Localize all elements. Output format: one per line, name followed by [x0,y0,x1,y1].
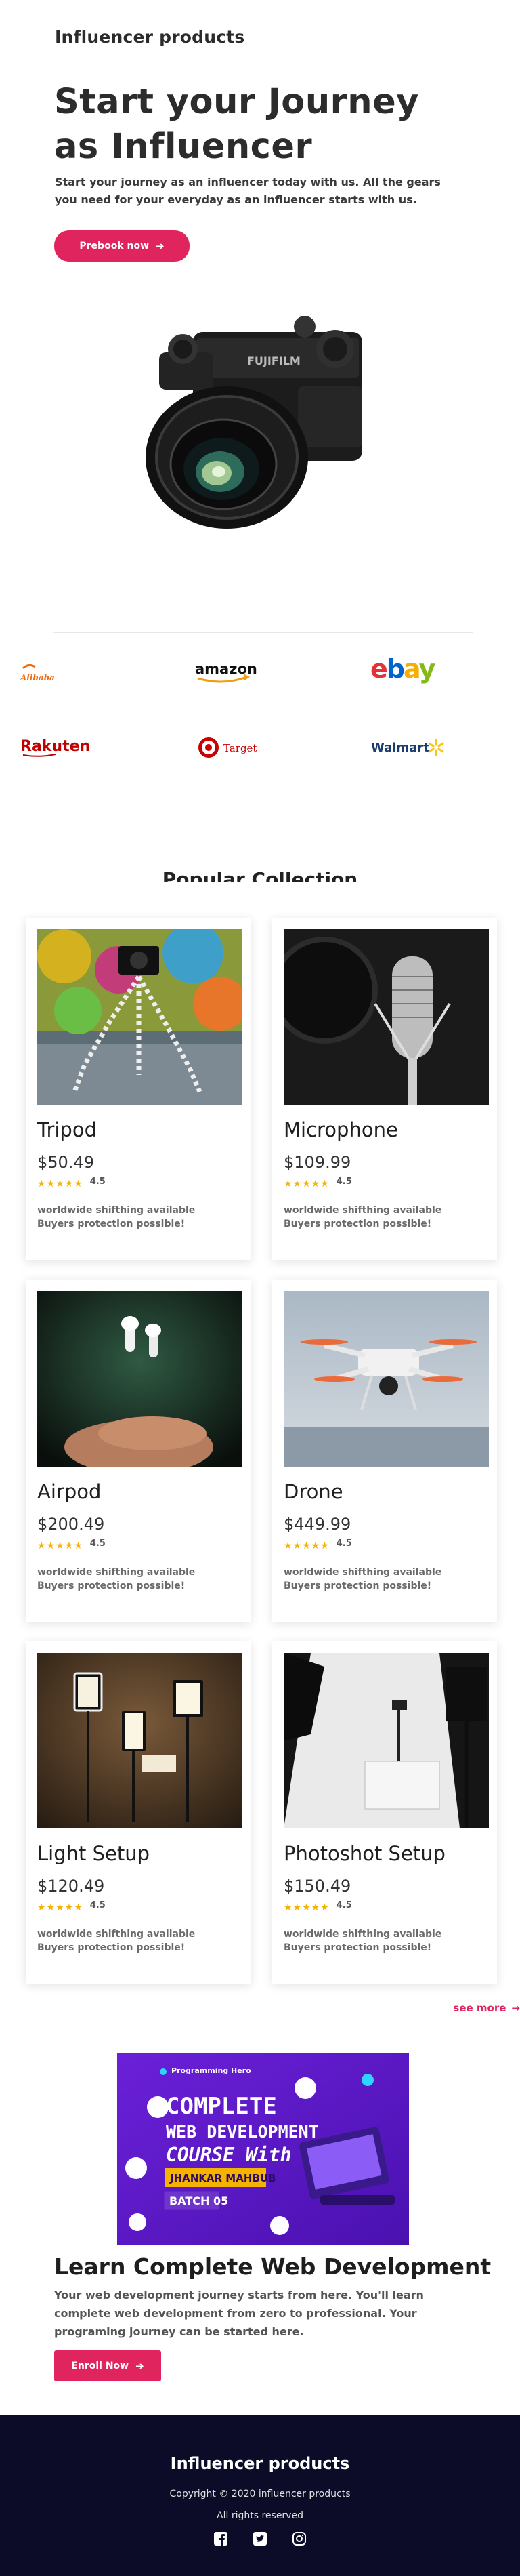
product-rating: ★★★★★ 4.5 [37,1538,106,1552]
facebook-icon[interactable] [214,2532,228,2546]
product-name: Tripod [37,1118,97,1141]
banner-line3: COURSE With [166,2144,291,2166]
footer-copyright: Copyright © 2020 influencer products [169,2489,351,2499]
partner-logo-alibaba[interactable]: Alibaba [19,661,60,684]
rating-value: 4.5 [89,1538,106,1549]
arrow-right-icon: → [511,2002,520,2014]
arrow-right-icon: ➔ [135,2360,144,2372]
rating-value: 4.5 [89,1176,106,1187]
product-card-drone[interactable]: Drone $449.99 ★★★★★ 4.5 worldwide shifth… [272,1280,497,1622]
twitter-icon[interactable] [253,2532,267,2546]
product-rating: ★★★★★ 4.5 [284,1538,352,1552]
banner-instructor: JHANKAR MAHBUB [169,2172,276,2184]
tripod-image [37,929,242,1105]
banner-brand: Programming Hero [171,2066,251,2075]
brand-logo[interactable]: Influencer products [55,27,244,47]
course-description: Your web development journey starts from… [54,2289,424,2338]
drone-image [284,1291,489,1467]
rating-value: 4.5 [336,1538,352,1549]
product-card-microphone[interactable]: Microphone $109.99 ★★★★★ 4.5 worldwide s… [272,918,497,1260]
arrow-right-icon: ➔ [156,240,165,252]
product-rating: ★★★★★ 4.5 [37,1900,106,1914]
partner-logo-target[interactable]: Target [196,735,264,760]
star-icon: ★★★★★ [284,1179,330,1189]
enroll-label: Enroll Now [71,2360,129,2371]
alibaba-text: Alibaba [20,673,55,682]
rating-value: 4.5 [336,1176,352,1187]
instagram-icon[interactable] [292,2532,306,2546]
svg-text:FUJIFILM: FUJIFILM [247,354,301,367]
product-price: $200.49 [37,1515,105,1534]
product-rating: ★★★★★ 4.5 [284,1176,352,1190]
partner-logo-amazon[interactable]: amazon [190,660,257,684]
product-features: worldwide shifthing available Buyers pro… [37,1929,196,1953]
star-icon: ★★★★★ [284,1902,330,1913]
star-icon: ★★★★★ [284,1540,330,1551]
product-name: Photoshot Setup [284,1842,446,1865]
see-more-label: see more [453,2002,506,2014]
product-features: worldwide shifthing available Buyers pro… [37,1567,196,1591]
amazon-text: amazon [195,661,257,677]
product-features: worldwide shifthing available Buyers pro… [284,1205,442,1229]
see-more-link[interactable]: see more → [453,2002,520,2014]
product-rating: ★★★★★ 4.5 [284,1900,352,1914]
ebay-wordmark: ebay [370,654,437,684]
banner-line1: COMPLETE [166,2093,277,2120]
product-card-photoshot-setup[interactable]: Photoshot Setup $150.49 ★★★★★ 4.5 worldw… [272,1641,497,1984]
prebook-label: Prebook now [79,241,150,251]
hero-camera-image: FUJIFILM [146,316,362,529]
product-price: $150.49 [284,1877,351,1896]
light-setup-image [37,1653,242,1828]
star-icon: ★★★★★ [37,1902,83,1913]
product-name: Drone [284,1480,343,1503]
rating-value: 4.5 [89,1900,106,1910]
product-name: Airpod [37,1480,102,1503]
partner-logo-rakuten[interactable]: Rakuten [19,736,93,758]
footer-brand: Influencer products [170,2454,350,2473]
product-card-light-setup[interactable]: Light Setup $120.49 ★★★★★ 4.5 worldwide … [26,1641,251,1984]
rating-value: 4.5 [336,1900,352,1910]
product-name: Light Setup [37,1842,150,1865]
banner-batch: BATCH 05 [169,2194,228,2207]
prebook-button[interactable]: Prebook now ➔ [54,230,190,262]
course-banner-image: Programming Hero COMPLETE WEB DEVELOPMEN… [117,2053,409,2245]
product-price: $109.99 [284,1153,351,1172]
target-text: Target [223,742,257,754]
social-links [0,2532,520,2546]
rakuten-text: Rakuten [20,738,90,755]
collection-title: Popular Collection [162,868,358,882]
product-price: $449.99 [284,1515,351,1534]
product-features: worldwide shifthing available Buyers pro… [284,1929,442,1953]
svg-text:ebay: ebay [370,654,435,684]
partner-logo-ebay[interactable]: ebay [369,653,443,684]
walmart-text: Walmart [371,741,429,755]
product-features: worldwide shifthing available Buyers pro… [37,1205,196,1229]
star-icon: ★★★★★ [37,1179,83,1189]
airpod-image [37,1291,242,1467]
hero-description: Start your journey as an influencer toda… [55,176,441,206]
photoshot-setup-image [284,1653,489,1828]
course-title: Learn Complete Web Development [54,2253,492,2280]
divider-top [53,632,473,633]
banner-line2: WEB DEVELOPMENT [166,2122,319,2142]
product-price: $50.49 [37,1153,94,1172]
product-card-airpod[interactable]: Airpod $200.49 ★★★★★ 4.5 worldwide shift… [26,1280,251,1622]
hero-title: Start your Journey as Influencer [54,82,419,167]
enroll-button[interactable]: Enroll Now ➔ [54,2350,161,2381]
product-card-tripod[interactable]: Tripod $50.49 ★★★★★ 4.5 worldwide shifth… [26,918,251,1260]
partner-logo-walmart[interactable]: Walmart [371,736,452,759]
product-price: $120.49 [37,1877,105,1896]
microphone-image [284,929,489,1105]
product-name: Microphone [284,1118,398,1141]
footer: Influencer products Copyright © 2020 inf… [0,2415,520,2576]
footer-rights: All rights reserved [217,2510,303,2521]
product-rating: ★★★★★ 4.5 [37,1176,106,1190]
star-icon: ★★★★★ [37,1540,83,1551]
product-features: worldwide shifthing available Buyers pro… [284,1567,442,1591]
